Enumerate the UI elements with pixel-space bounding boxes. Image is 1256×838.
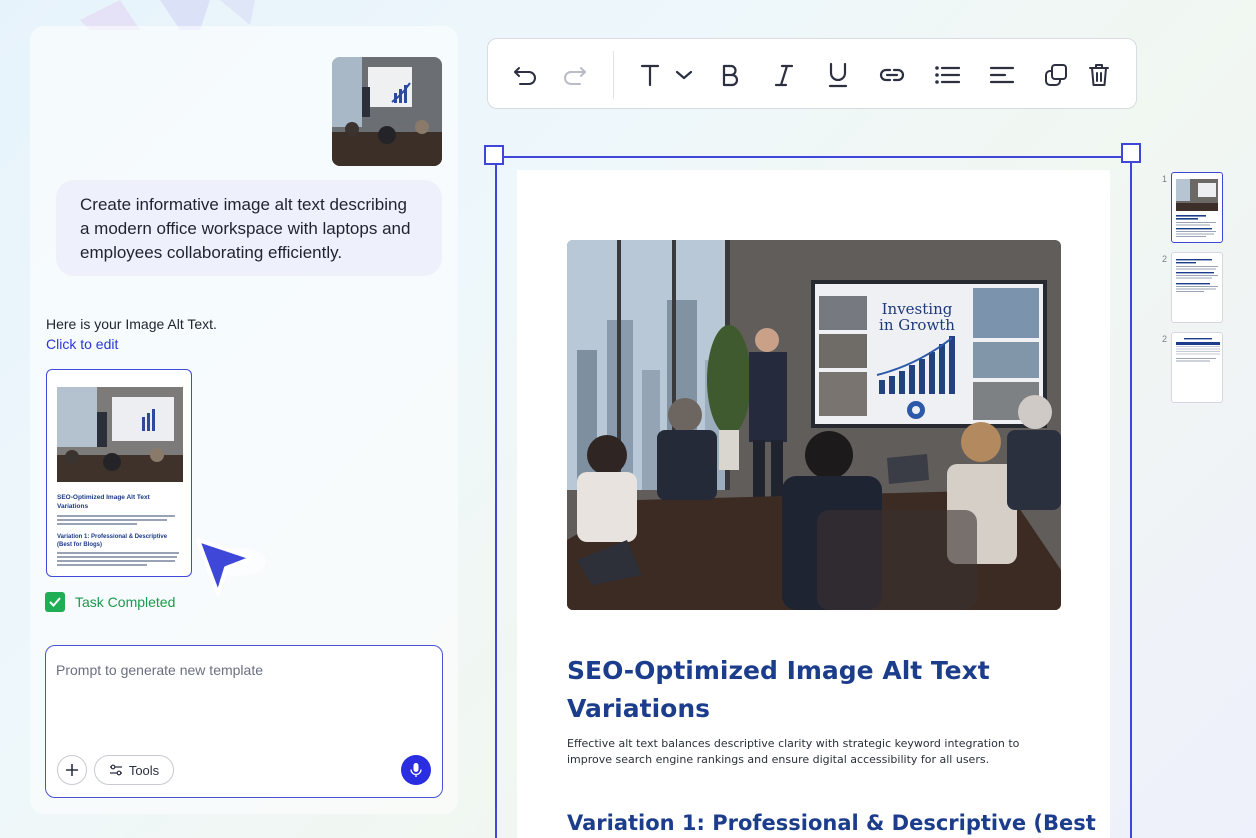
delete-button[interactable]: [1085, 61, 1113, 89]
preview-body-lines: [57, 552, 179, 568]
tools-button[interactable]: Tools: [94, 755, 174, 785]
page-number: 2: [1162, 334, 1168, 344]
add-attachment-button[interactable]: [57, 755, 87, 785]
prompt-box: Tools: [45, 645, 443, 798]
formatting-toolbar: [487, 38, 1137, 109]
text-type-icon: [640, 64, 660, 87]
sliders-icon: [109, 764, 122, 776]
redo-icon: [564, 67, 586, 85]
undo-icon: [514, 67, 536, 85]
redo-button[interactable]: [560, 61, 588, 89]
bold-icon: [722, 64, 739, 87]
generated-document-preview[interactable]: SEO-Optimized Image Alt Text Variations …: [46, 369, 192, 577]
document-paragraph[interactable]: Effective alt text balances descriptive …: [567, 736, 1037, 768]
user-message-bubble: Create informative image alt text descri…: [56, 180, 442, 276]
underline-button[interactable]: [824, 61, 852, 89]
undo-button[interactable]: [512, 61, 540, 89]
user-attached-image[interactable]: [332, 57, 442, 166]
voice-input-button[interactable]: [401, 755, 431, 785]
prompt-input[interactable]: [56, 662, 426, 678]
task-status-text: Task Completed: [75, 594, 176, 610]
user-message-text: Create informative image alt text descri…: [80, 195, 411, 262]
preview-paragraph-lines: [57, 515, 179, 527]
page-thumbnail-1[interactable]: [1171, 172, 1223, 243]
assistant-reply-text: Here is your Image Alt Text.: [46, 316, 217, 332]
resize-handle-top-right[interactable]: [1121, 143, 1141, 163]
underline-icon: [828, 62, 848, 88]
page-thumbnail-2[interactable]: [1171, 252, 1223, 323]
italic-button[interactable]: [770, 61, 798, 89]
delete-icon: [1089, 64, 1109, 86]
align-button[interactable]: [988, 61, 1016, 89]
text-style-dropdown[interactable]: [670, 61, 698, 89]
link-button[interactable]: [878, 61, 906, 89]
task-status: Task Completed: [45, 592, 175, 612]
toolbar-separator: [613, 51, 614, 99]
plus-icon: [66, 764, 78, 776]
page-number: 2: [1162, 254, 1168, 264]
document-page: Investing in Growth SEO-Optimized Image …: [517, 170, 1110, 838]
chevron-down-icon: [675, 70, 693, 80]
page-number: 1: [1162, 174, 1168, 184]
duplicate-icon: [1045, 64, 1067, 86]
link-icon: [879, 68, 905, 82]
list-icon: [935, 66, 960, 84]
tools-label: Tools: [128, 762, 160, 778]
document-hero-image[interactable]: Investing in Growth: [567, 240, 1061, 610]
pointer-cursor-icon: [196, 538, 266, 596]
list-button[interactable]: [933, 61, 961, 89]
text-style-button[interactable]: [636, 61, 664, 89]
document-title[interactable]: SEO-Optimized Image Alt Text Variations: [567, 652, 1037, 728]
preview-image: [57, 387, 183, 482]
preview-title: SEO-Optimized Image Alt Text Variations: [57, 494, 150, 510]
document-heading-variation-1[interactable]: Variation 1: Professional & Descriptive …: [567, 808, 1096, 838]
bold-button[interactable]: [716, 61, 744, 89]
click-to-edit-link[interactable]: Click to edit: [46, 336, 118, 352]
duplicate-button[interactable]: [1042, 61, 1070, 89]
svg-text:in Growth: in Growth: [879, 316, 955, 334]
page-thumbnail-3[interactable]: [1171, 332, 1223, 403]
italic-icon: [774, 64, 794, 87]
resize-handle-top-left[interactable]: [484, 145, 504, 165]
align-icon: [989, 66, 1015, 84]
microphone-icon: [410, 763, 422, 777]
preview-subtitle: Variation 1: Professional & Descriptive …: [57, 534, 168, 548]
check-icon: [45, 592, 65, 612]
